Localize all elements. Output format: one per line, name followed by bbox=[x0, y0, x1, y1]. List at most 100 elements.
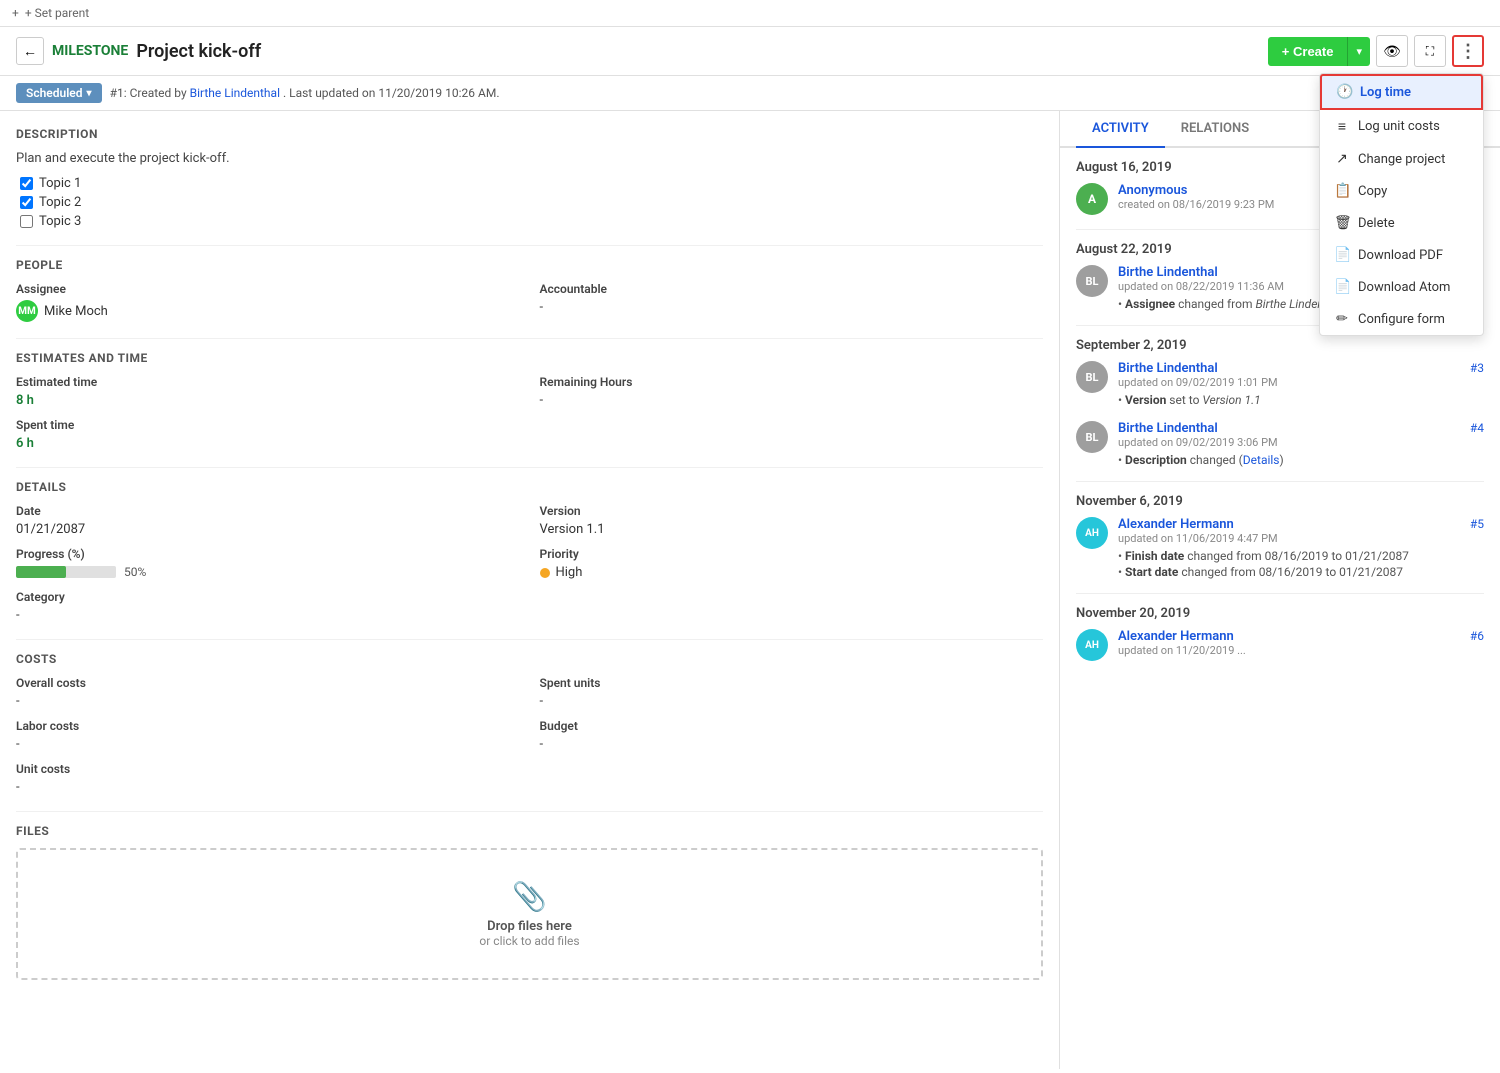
activity-author[interactable]: Alexander Hermann bbox=[1118, 629, 1234, 644]
menu-item-copy[interactable]: 📋 Copy bbox=[1320, 175, 1483, 207]
menu-item-change-project[interactable]: ↗ Change project bbox=[1320, 143, 1483, 175]
overall-costs-value: - bbox=[16, 694, 520, 709]
avatar: AH bbox=[1076, 629, 1108, 661]
fullscreen-button[interactable]: ⛶ bbox=[1414, 35, 1446, 67]
activity-number[interactable]: #5 bbox=[1470, 517, 1484, 545]
create-button[interactable]: + Create bbox=[1268, 37, 1348, 66]
menu-item-log-time[interactable]: 🕐 Log time bbox=[1320, 74, 1483, 110]
overall-costs-label: Overall costs bbox=[16, 676, 520, 690]
activity-timestamp: updated on 09/02/2019 1:01 PM bbox=[1118, 376, 1278, 389]
topic2-checkbox[interactable] bbox=[20, 196, 33, 209]
spent-time-value: 6 h bbox=[16, 436, 520, 451]
activity-detail: • Version set to Version 1.1 bbox=[1118, 393, 1484, 407]
activity-number[interactable]: #3 bbox=[1470, 361, 1484, 389]
topic3-label: Topic 3 bbox=[39, 214, 81, 229]
main-layout: DESCRIPTION Plan and execute the project… bbox=[0, 111, 1500, 1069]
set-parent-label: + Set parent bbox=[25, 6, 89, 20]
estimated-time-label: Estimated time bbox=[16, 375, 520, 389]
delete-icon: 🗑 bbox=[1334, 215, 1350, 231]
activity-author[interactable]: Birthe Lindenthal bbox=[1118, 361, 1218, 376]
progress-field: Progress (%) 50% bbox=[16, 547, 520, 580]
author-link[interactable]: Birthe Lindenthal bbox=[190, 86, 280, 100]
divider bbox=[1076, 481, 1484, 482]
activity-number[interactable]: #4 bbox=[1470, 421, 1484, 449]
menu-item-download-atom[interactable]: 📄 Download Atom bbox=[1320, 271, 1483, 303]
remaining-hours-value: - bbox=[540, 393, 1044, 408]
arrow-icon: ↗ bbox=[1334, 151, 1350, 167]
spent-time-label: Spent time bbox=[16, 418, 520, 432]
menu-item-log-unit-costs[interactable]: ≡ Log unit costs bbox=[1320, 110, 1483, 143]
activity-item: BL Birthe Lindenthal updated on 09/02/20… bbox=[1076, 361, 1484, 407]
activity-author[interactable]: Alexander Hermann bbox=[1118, 517, 1234, 532]
menu-item-download-pdf[interactable]: 📄 Download PDF bbox=[1320, 239, 1483, 271]
topic2-label: Topic 2 bbox=[39, 195, 81, 210]
spent-units-label: Spent units bbox=[540, 676, 1044, 690]
progress-bar-bg bbox=[16, 566, 116, 578]
description-text: Plan and execute the project kick-off. bbox=[16, 151, 1043, 166]
remaining-hours-field: Remaining Hours - bbox=[540, 375, 1044, 408]
activity-author[interactable]: Birthe Lindenthal bbox=[1118, 265, 1218, 280]
labor-costs-field: Labor costs - bbox=[16, 719, 520, 752]
labor-costs-label: Labor costs bbox=[16, 719, 520, 733]
log-time-label: Log time bbox=[1360, 85, 1411, 100]
more-actions-button[interactable]: ⋮ bbox=[1452, 35, 1484, 67]
avatar: BL bbox=[1076, 421, 1108, 453]
estimates-section: ESTIMATES AND TIME Estimated time 8 h Re… bbox=[16, 338, 1043, 451]
topic1-checkbox[interactable] bbox=[20, 177, 33, 190]
tab-relations[interactable]: RELATIONS bbox=[1165, 111, 1265, 148]
set-parent-button[interactable]: + + Set parent bbox=[12, 6, 89, 20]
divider bbox=[1076, 593, 1484, 594]
avatar: BL bbox=[1076, 265, 1108, 297]
accountable-label: Accountable bbox=[540, 282, 1044, 296]
activity-content: Birthe Lindenthal updated on 09/02/2019 … bbox=[1118, 421, 1484, 467]
activity-date-nov20: November 20, 2019 bbox=[1076, 606, 1484, 621]
tab-activity[interactable]: ACTIVITY bbox=[1076, 111, 1165, 148]
progress-label: Progress (%) bbox=[16, 547, 520, 561]
version-label: Version bbox=[540, 504, 1044, 518]
activity-content: Alexander Hermann updated on 11/06/2019 … bbox=[1118, 517, 1484, 579]
status-badge[interactable]: Scheduled ▾ bbox=[16, 83, 102, 103]
activity-content: Birthe Lindenthal updated on 09/02/2019 … bbox=[1118, 361, 1484, 407]
category-field: Category - bbox=[16, 590, 520, 623]
dropdown-menu: 🕐 Log time ≡ Log unit costs ↗ Change pro… bbox=[1319, 73, 1484, 336]
description-title: DESCRIPTION bbox=[16, 127, 1043, 141]
plus-icon: + bbox=[12, 6, 19, 20]
activity-item: BL Birthe Lindenthal updated on 09/02/20… bbox=[1076, 421, 1484, 467]
drop-zone[interactable]: 📎 Drop files here or click to add files bbox=[16, 848, 1043, 980]
unit-costs-value: - bbox=[16, 780, 520, 795]
info2-text: . Last updated on 11/20/2019 10:26 AM. bbox=[283, 86, 500, 100]
activity-author[interactable]: Anonymous bbox=[1118, 183, 1187, 198]
estimated-time-value: 8 h bbox=[16, 393, 520, 408]
watch-button[interactable]: 👁 bbox=[1376, 35, 1408, 67]
avatar: A bbox=[1076, 183, 1108, 215]
remaining-hours-label: Remaining Hours bbox=[540, 375, 1044, 389]
back-button[interactable]: ← bbox=[16, 37, 44, 65]
topic3-checkbox[interactable] bbox=[20, 215, 33, 228]
priority-value: High bbox=[556, 565, 583, 580]
unit-costs-label: Unit costs bbox=[16, 762, 520, 776]
status-label: Scheduled bbox=[26, 86, 83, 100]
activity-author[interactable]: Birthe Lindenthal bbox=[1118, 421, 1218, 436]
milestone-badge: MILESTONE bbox=[52, 43, 128, 59]
clock-icon: 🕐 bbox=[1336, 84, 1352, 100]
assignee-field: Assignee MM Mike Moch bbox=[16, 282, 520, 322]
menu-item-delete[interactable]: 🗑 Delete bbox=[1320, 207, 1483, 239]
copy-label: Copy bbox=[1358, 184, 1387, 199]
menu-item-configure-form[interactable]: ✏ Configure form bbox=[1320, 303, 1483, 335]
budget-value: - bbox=[540, 737, 1044, 752]
costs-title: COSTS bbox=[16, 652, 1043, 666]
chevron-down-icon: ▾ bbox=[87, 88, 92, 99]
activity-number[interactable]: #6 bbox=[1470, 629, 1484, 657]
create-dropdown-button[interactable]: ▾ bbox=[1347, 37, 1370, 66]
stack-icon: ≡ bbox=[1334, 118, 1350, 135]
accountable-field: Accountable - bbox=[540, 282, 1044, 322]
assignee-label: Assignee bbox=[16, 282, 520, 296]
status-bar: Scheduled ▾ #1: Created by Birthe Linden… bbox=[0, 76, 1500, 111]
top-bar: + + Set parent bbox=[0, 0, 1500, 27]
atom-icon: 📄 bbox=[1334, 279, 1350, 295]
date-field: Date 01/21/2087 bbox=[16, 504, 520, 537]
priority-label: Priority bbox=[540, 547, 1044, 561]
budget-label: Budget bbox=[540, 719, 1044, 733]
spent-time-field: Spent time 6 h bbox=[16, 418, 520, 451]
people-section: PEOPLE Assignee MM Mike Moch Accountable… bbox=[16, 245, 1043, 322]
